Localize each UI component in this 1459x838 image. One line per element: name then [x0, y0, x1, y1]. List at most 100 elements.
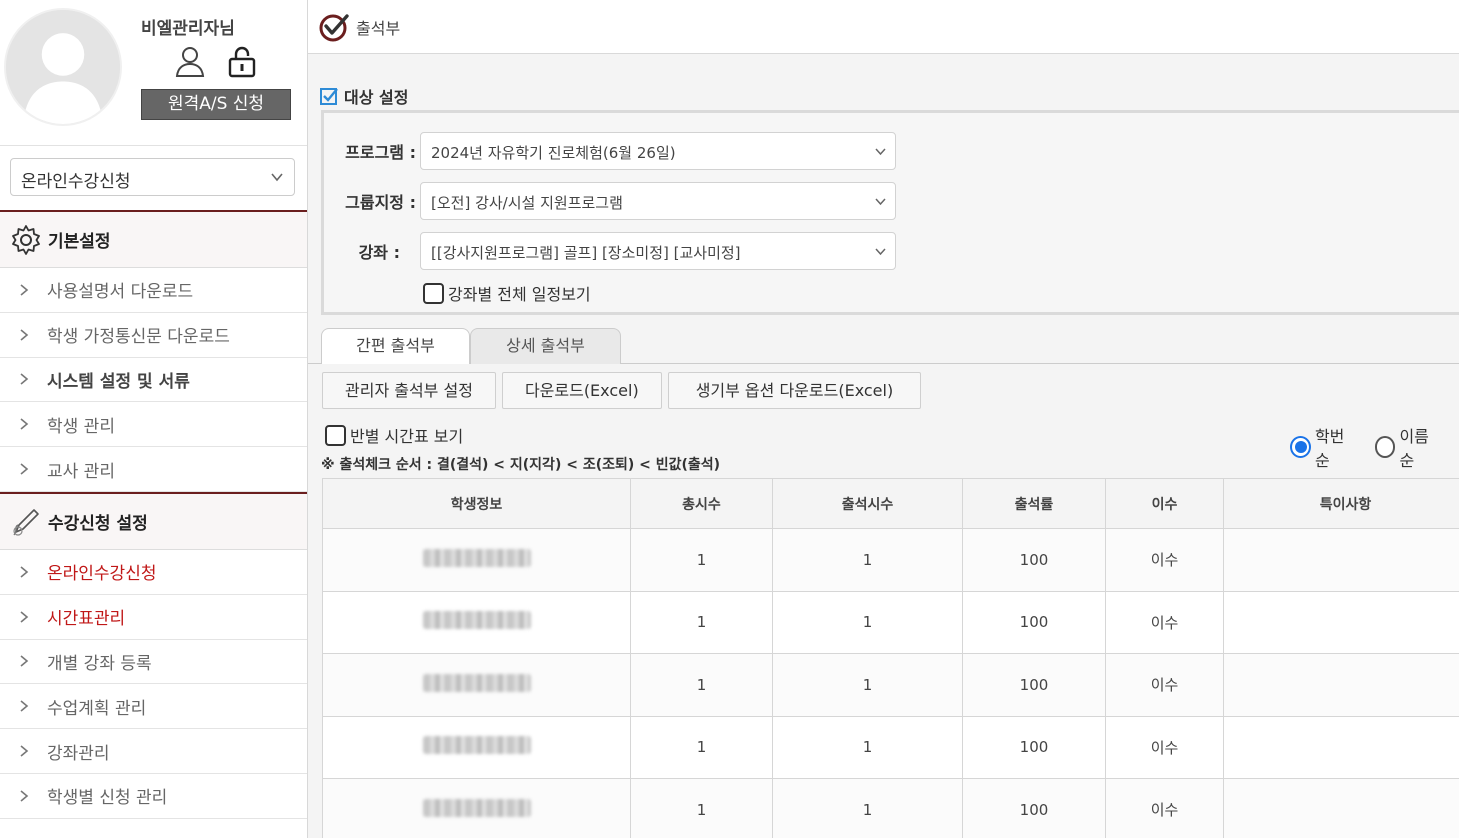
- user-icon[interactable]: [172, 44, 208, 80]
- attendance-rate-cell: 100: [962, 715, 1106, 779]
- program-label: 프로그램 :: [345, 143, 416, 162]
- completion-cell: 이수: [1105, 528, 1224, 592]
- group-select[interactable]: [오전] 강사/시설 지원프로그램: [420, 182, 896, 220]
- sidebar-item-label: 학생 관리: [47, 416, 115, 437]
- check-circle-icon: [319, 13, 349, 41]
- user-name: 비엘관리자님: [141, 19, 235, 39]
- chevron-right-icon: [20, 373, 29, 386]
- table-row: 1 1 100 이수: [322, 653, 1459, 717]
- sidebar-item-newsletter-download[interactable]: 학생 가정통신문 다운로드: [0, 313, 307, 358]
- section-title: 수강신청 설정: [48, 513, 148, 534]
- attendance-order-note: ※ 출석체크 순서 : 결(결석) < 지(지각) < 조(조퇴) < 빈값(출…: [321, 457, 721, 473]
- sidebar-item-course-register[interactable]: 개별 강좌 등록: [0, 640, 307, 685]
- remarks-cell[interactable]: [1223, 653, 1459, 717]
- profile-panel: 비엘관리자님 원격A/S 신청: [0, 0, 307, 146]
- remarks-cell[interactable]: [1223, 590, 1459, 654]
- remarks-cell[interactable]: [1223, 778, 1459, 838]
- unlock-icon[interactable]: [224, 44, 260, 80]
- section-basic-settings: 기본설정: [0, 212, 307, 268]
- attended-hours-cell: 1: [772, 778, 963, 838]
- col-attendance-rate: 출석률: [962, 478, 1106, 529]
- sidebar-item-online-enrollment[interactable]: 온라인수강신청: [0, 550, 307, 595]
- remote-as-button[interactable]: 원격A/S 신청: [141, 89, 291, 120]
- sidebar-item-timetable[interactable]: 시간표관리: [0, 595, 307, 640]
- sidebar: 비엘관리자님 원격A/S 신청 온라인수강신청 기본설정 사용설명서 다운로드 …: [0, 0, 308, 838]
- program-row: 프로그램 : 2024년 자유학기 진로체험(6월 26일): [324, 132, 896, 170]
- section-title: 기본설정: [48, 232, 111, 252]
- main-content: 출석부 대상 설정 프로그램 : 2024년 자유학기 진로체험(6월 26일)…: [308, 0, 1459, 838]
- completion-cell: 이수: [1105, 653, 1224, 717]
- col-attended-hours: 출석시수: [772, 478, 963, 529]
- student-info-cell: [322, 528, 631, 592]
- target-settings-heading: 대상 설정: [320, 84, 408, 108]
- sort-by-name-radio[interactable]: [1374, 436, 1396, 458]
- completion-cell: 이수: [1105, 778, 1224, 838]
- sort-by-number-radio[interactable]: [1290, 436, 1311, 458]
- total-hours-cell: 1: [630, 778, 773, 838]
- schedule-checkbox-label: 강좌별 전체 일정보기: [448, 285, 591, 304]
- admin-attendance-setting-button[interactable]: 관리자 출석부 설정: [322, 372, 496, 409]
- chevron-right-icon: [20, 463, 29, 475]
- sidebar-item-lesson-plan[interactable]: 수업계획 관리: [0, 684, 307, 730]
- download-excel-button[interactable]: 다운로드(Excel): [501, 372, 662, 409]
- redacted-student-info: [422, 548, 531, 567]
- avatar: [4, 8, 122, 126]
- attendance-rate-cell: 100: [962, 590, 1106, 654]
- sidebar-item-teacher-management[interactable]: 교사 관리: [0, 447, 307, 492]
- col-remarks: 특이사항: [1223, 478, 1459, 529]
- student-info-cell: [322, 715, 631, 779]
- sidebar-item-manual-download[interactable]: 사용설명서 다운로드: [0, 268, 307, 313]
- total-hours-cell: 1: [630, 590, 773, 654]
- sidebar-item-label: 사용설명서 다운로드: [47, 282, 194, 303]
- attendance-table: 학생정보 총시수 출석시수 출석률 이수 특이사항 1 1 100 이수 1 1: [322, 478, 1459, 838]
- program-select[interactable]: 2024년 자유학기 진로체험(6월 26일): [420, 132, 896, 170]
- chevron-down-icon: [875, 248, 886, 256]
- sidebar-item-label: 시스템 설정 및 서류: [47, 371, 190, 392]
- group-label: 그룹지정 :: [345, 193, 416, 212]
- chevron-right-icon: [20, 418, 29, 430]
- chevron-right-icon: [20, 611, 29, 623]
- record-option-download-button[interactable]: 생기부 옵션 다운로드(Excel): [667, 372, 922, 409]
- class-timetable-checkbox[interactable]: [325, 424, 346, 446]
- chevron-right-icon: [20, 655, 29, 668]
- total-hours-cell: 1: [630, 528, 773, 592]
- schedule-checkbox[interactable]: [423, 282, 444, 304]
- sidebar-item-course-management[interactable]: 강좌관리: [0, 729, 307, 774]
- remarks-cell[interactable]: [1223, 715, 1459, 779]
- group-row: 그룹지정 : [오전] 강사/시설 지원프로그램: [324, 182, 896, 220]
- sidebar-item-student-applications[interactable]: 학생별 신청 관리: [0, 774, 307, 819]
- redacted-student-info: [422, 798, 531, 817]
- sidebar-item-label: 개별 강좌 등록: [47, 653, 152, 674]
- sort-by-name-label: 이름순: [1399, 427, 1429, 470]
- sidebar-item-system-settings[interactable]: 시스템 설정 및 서류: [0, 358, 307, 403]
- table-row: 1 1 100 이수: [322, 715, 1459, 779]
- sidebar-menu-select[interactable]: 온라인수강신청: [10, 158, 295, 196]
- chevron-right-icon: [20, 745, 29, 757]
- action-buttons: 관리자 출석부 설정 다운로드(Excel) 생기부 옵션 다운로드(Excel…: [322, 372, 922, 409]
- redacted-student-info: [422, 736, 531, 755]
- chevron-right-icon: [20, 790, 29, 802]
- course-select[interactable]: [[강사지원프로그램] 골프] [장소미정] [교사미정]: [420, 232, 896, 270]
- attended-hours-cell: 1: [772, 528, 963, 592]
- sidebar-item-label: 온라인수강신청: [47, 564, 157, 585]
- pencil-icon: [13, 509, 39, 537]
- page-header: 출석부: [308, 0, 1459, 54]
- sort-by-number-label: 학번순: [1314, 427, 1345, 470]
- attendance-rate-cell: 100: [962, 528, 1106, 592]
- tab-detailed-attendance[interactable]: 상세 출석부: [470, 328, 621, 364]
- sidebar-item-label: 시간표관리: [47, 609, 126, 630]
- col-student-info: 학생정보: [322, 478, 631, 529]
- sidebar-item-student-management[interactable]: 학생 관리: [0, 402, 307, 448]
- redacted-student-info: [422, 673, 531, 692]
- chevron-down-icon: [875, 148, 886, 156]
- table-row: 1 1 100 이수: [322, 778, 1459, 838]
- schedule-checkbox-row: 강좌별 전체 일정보기: [423, 281, 591, 305]
- student-info-cell: [322, 778, 631, 838]
- group-select-value: [오전] 강사/시설 지원프로그램: [431, 194, 623, 212]
- avatar-placeholder-icon: [6, 10, 120, 124]
- course-select-value: [[강사지원프로그램] 골프] [장소미정] [교사미정]: [431, 244, 741, 262]
- remarks-cell[interactable]: [1223, 528, 1459, 592]
- gear-icon: [12, 224, 40, 255]
- tab-simple-attendance[interactable]: 간편 출석부: [321, 328, 470, 364]
- chevron-right-icon: [20, 329, 29, 341]
